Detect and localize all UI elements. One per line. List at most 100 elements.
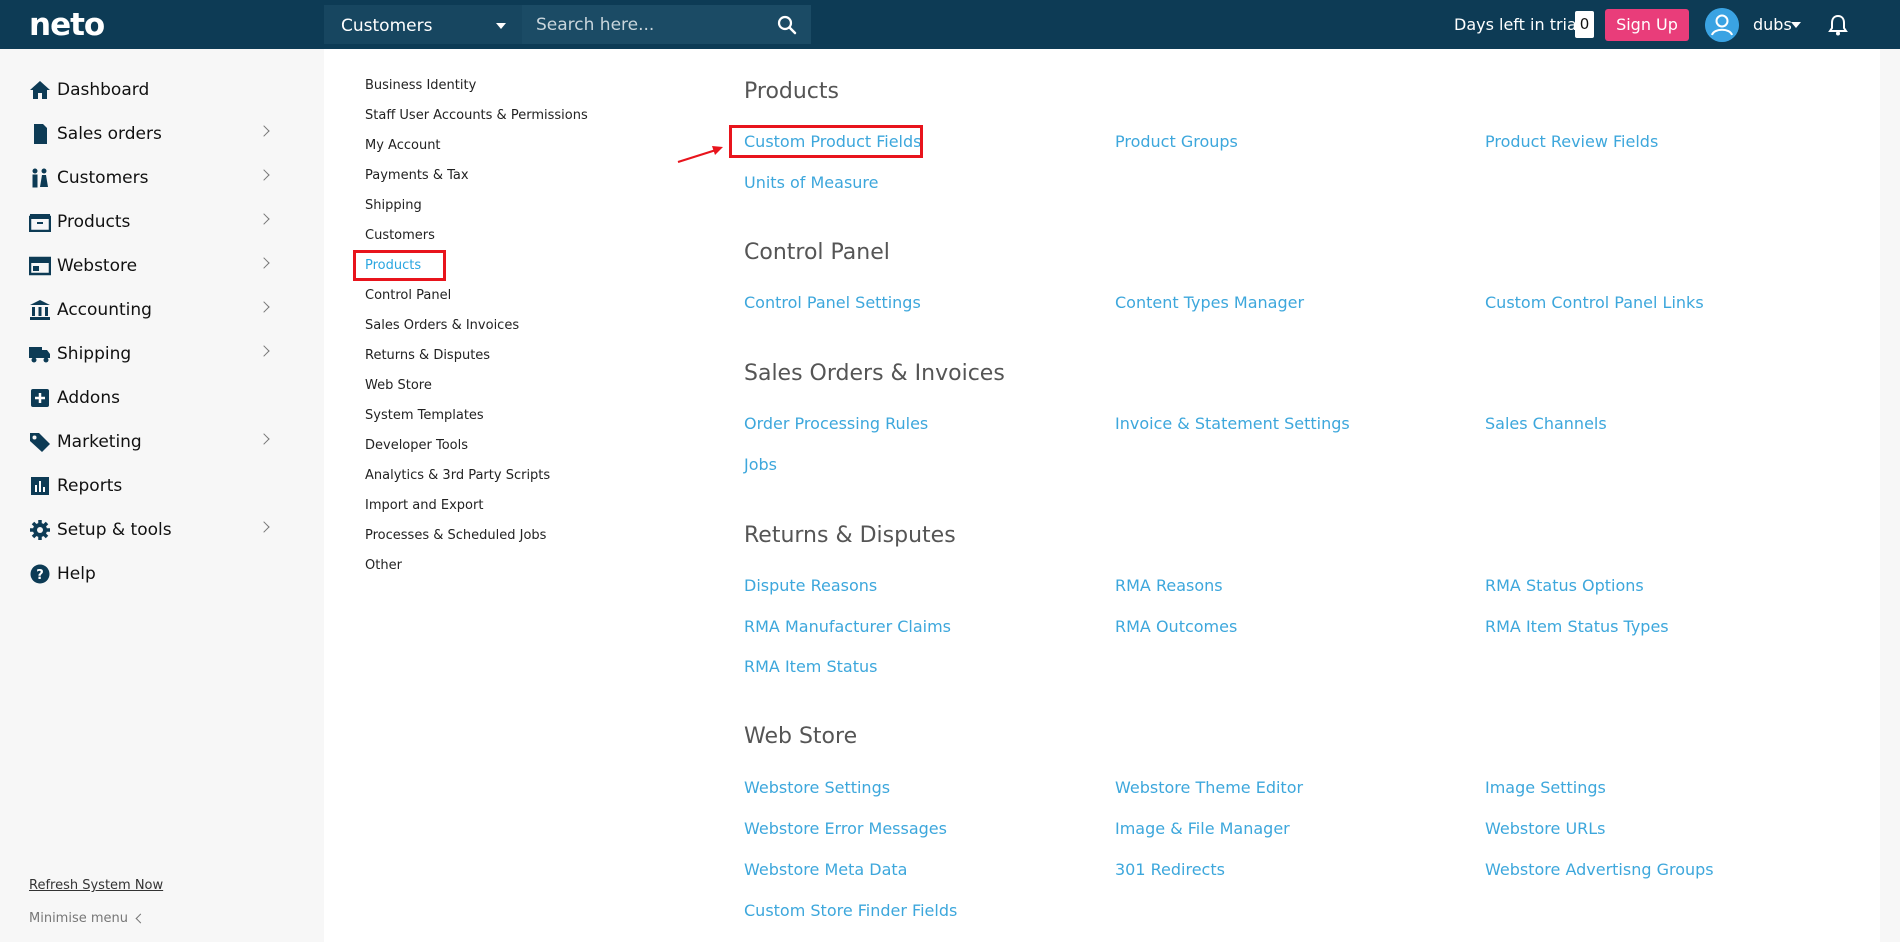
link-image-settings[interactable]: Image Settings: [1485, 778, 1606, 797]
sidebar-item-dashboard[interactable]: Dashboard: [0, 70, 324, 110]
link-rma-item-status[interactable]: RMA Item Status: [744, 657, 877, 676]
user-menu[interactable]: dubs: [1753, 15, 1792, 34]
link-webstore-advertising-groups[interactable]: Webstore Advertisng Groups: [1485, 860, 1714, 879]
highlight-box: [353, 250, 446, 281]
user-avatar-icon[interactable]: [1705, 8, 1739, 42]
section-title-sales-orders-invoices: Sales Orders & Invoices: [744, 361, 1005, 386]
settings-item-developer-tools[interactable]: Developer Tools: [365, 438, 468, 453]
refresh-system-link[interactable]: Refresh System Now: [29, 878, 163, 893]
link-control-panel-settings[interactable]: Control Panel Settings: [744, 293, 921, 312]
right-gutter: [1880, 49, 1900, 942]
caret-down-icon[interactable]: [1791, 22, 1801, 28]
sidebar-item-shipping[interactable]: Shipping: [0, 334, 324, 374]
search-scope-select[interactable]: Customers: [324, 5, 522, 44]
link-rma-outcomes[interactable]: RMA Outcomes: [1115, 617, 1237, 636]
settings-item-other[interactable]: Other: [365, 558, 402, 573]
bar-chart-icon: [31, 477, 49, 495]
sidebar-item-products[interactable]: Products: [0, 202, 324, 242]
settings-item-web-store[interactable]: Web Store: [365, 378, 432, 393]
sidebar-item-label: Products: [57, 212, 131, 232]
link-webstore-meta-data[interactable]: Webstore Meta Data: [744, 860, 907, 879]
settings-item-processes-jobs[interactable]: Processes & Scheduled Jobs: [365, 528, 546, 543]
link-dispute-reasons[interactable]: Dispute Reasons: [744, 576, 877, 595]
settings-item-staff-accounts[interactable]: Staff User Accounts & Permissions: [365, 108, 588, 123]
sidebar-item-label: Sales orders: [57, 124, 162, 144]
gear-icon: [30, 520, 50, 540]
sidebar-item-label: Shipping: [57, 344, 132, 364]
link-image-file-manager[interactable]: Image & File Manager: [1115, 819, 1290, 838]
top-bar: neto Customers Days left in trial 0 Sign…: [0, 0, 1900, 49]
link-webstore-error-messages[interactable]: Webstore Error Messages: [744, 819, 947, 838]
sidebar-item-setup-tools[interactable]: Setup & tools: [0, 510, 324, 550]
settings-item-payments-tax[interactable]: Payments & Tax: [365, 168, 469, 183]
neto-logo[interactable]: neto: [29, 7, 105, 43]
link-301-redirects[interactable]: 301 Redirects: [1115, 860, 1225, 879]
settings-item-my-account[interactable]: My Account: [365, 138, 441, 153]
sidebar-item-addons[interactable]: Addons: [0, 378, 324, 418]
link-webstore-settings[interactable]: Webstore Settings: [744, 778, 890, 797]
section-title-web-store: Web Store: [744, 724, 858, 749]
browser-icon: [29, 256, 51, 276]
caret-down-icon: [496, 23, 506, 29]
settings-item-shipping[interactable]: Shipping: [365, 198, 422, 213]
bell-icon[interactable]: [1828, 14, 1848, 36]
people-icon: [32, 168, 48, 188]
chevron-right-icon: [258, 301, 270, 313]
highlight-box: [729, 125, 923, 158]
help-icon: ?: [30, 564, 50, 584]
section-title-products: Products: [744, 79, 839, 104]
sidebar-item-accounting[interactable]: Accounting: [0, 290, 324, 330]
sidebar-item-reports[interactable]: Reports: [0, 466, 324, 506]
link-invoice-statement-settings[interactable]: Invoice & Statement Settings: [1115, 414, 1350, 433]
link-rma-manufacturer-claims[interactable]: RMA Manufacturer Claims: [744, 617, 951, 636]
chevron-right-icon: [258, 169, 270, 181]
document-icon: [34, 124, 47, 144]
link-custom-control-panel-links[interactable]: Custom Control Panel Links: [1485, 293, 1704, 312]
minimise-menu-button[interactable]: Minimise menu: [29, 911, 128, 926]
settings-item-returns-disputes[interactable]: Returns & Disputes: [365, 348, 490, 363]
sidebar-item-webstore[interactable]: Webstore: [0, 246, 324, 286]
sidebar-item-sales-orders[interactable]: Sales orders: [0, 114, 324, 154]
link-units-of-measure[interactable]: Units of Measure: [744, 173, 879, 192]
sidebar-item-marketing[interactable]: Marketing: [0, 422, 324, 462]
section-title-returns-disputes: Returns & Disputes: [744, 523, 956, 548]
search-icon[interactable]: [777, 15, 797, 35]
link-rma-status-options[interactable]: RMA Status Options: [1485, 576, 1644, 595]
home-icon: [30, 81, 50, 99]
sidebar: Dashboard Sales orders Customers Product…: [0, 49, 324, 942]
sidebar-item-help[interactable]: ? Help: [0, 554, 324, 594]
chevron-right-icon: [258, 521, 270, 533]
settings-item-system-templates[interactable]: System Templates: [365, 408, 484, 423]
sidebar-item-label: Dashboard: [57, 80, 150, 100]
settings-item-business-identity[interactable]: Business Identity: [365, 78, 476, 93]
sign-up-button[interactable]: Sign Up: [1605, 9, 1689, 41]
settings-item-customers[interactable]: Customers: [365, 228, 435, 243]
link-jobs[interactable]: Jobs: [744, 455, 777, 474]
search-input[interactable]: [522, 5, 762, 44]
settings-item-import-export[interactable]: Import and Export: [365, 498, 483, 513]
settings-item-control-panel[interactable]: Control Panel: [365, 288, 451, 303]
sidebar-item-label: Webstore: [57, 256, 138, 276]
link-webstore-urls[interactable]: Webstore URLs: [1485, 819, 1606, 838]
sidebar-item-label: Help: [57, 564, 96, 584]
link-custom-store-finder-fields[interactable]: Custom Store Finder Fields: [744, 901, 957, 920]
global-search: Customers: [324, 5, 811, 44]
link-sales-channels[interactable]: Sales Channels: [1485, 414, 1607, 433]
settings-item-sales-orders-invoices[interactable]: Sales Orders & Invoices: [365, 318, 519, 333]
link-product-review-fields[interactable]: Product Review Fields: [1485, 132, 1658, 151]
chevron-right-icon: [258, 125, 270, 137]
link-order-processing-rules[interactable]: Order Processing Rules: [744, 414, 928, 433]
sidebar-item-label: Marketing: [57, 432, 142, 452]
link-rma-reasons[interactable]: RMA Reasons: [1115, 576, 1223, 595]
link-product-groups[interactable]: Product Groups: [1115, 132, 1238, 151]
link-rma-item-status-types[interactable]: RMA Item Status Types: [1485, 617, 1669, 636]
link-webstore-theme-editor[interactable]: Webstore Theme Editor: [1115, 778, 1303, 797]
link-content-types-manager[interactable]: Content Types Manager: [1115, 293, 1304, 312]
settings-item-analytics-scripts[interactable]: Analytics & 3rd Party Scripts: [365, 468, 550, 483]
box-icon: [29, 214, 51, 232]
chevron-right-icon: [258, 433, 270, 445]
sidebar-item-label: Reports: [57, 476, 123, 496]
sidebar-item-customers[interactable]: Customers: [0, 158, 324, 198]
annotation-arrow-icon: [677, 146, 723, 164]
chevron-left-icon[interactable]: [135, 913, 146, 924]
